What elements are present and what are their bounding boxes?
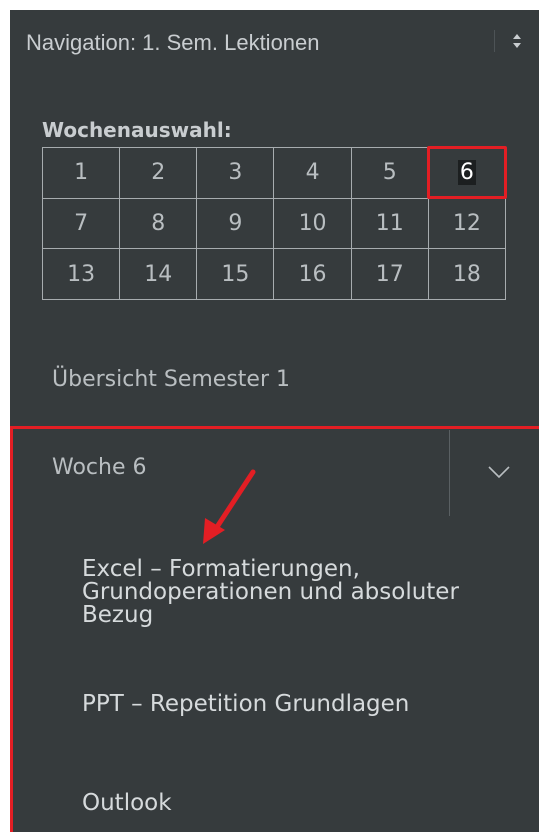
week-cell-9[interactable]: 9 [197,198,275,250]
week-cell-label: 13 [67,261,96,287]
annotation-arrow [203,469,256,544]
week-cell-1[interactable]: 1 [43,148,121,199]
week-cell-label: 17 [375,261,404,287]
week-cell-10[interactable]: 10 [274,198,352,250]
week-cell-label: 1 [74,160,89,186]
week-cell-4[interactable]: 4 [274,148,352,199]
navigation-select-label: Navigation: 1. Sem. Lektionen [26,30,320,55]
week-cell-11[interactable]: 11 [351,198,429,250]
week-selector-heading: Wochenauswahl: [42,118,232,142]
week-cell-2[interactable]: 2 [120,148,198,199]
week-cell-label: 5 [382,160,397,186]
overview-semester-link[interactable]: Übersicht Semester 1 [52,367,290,392]
lesson-link-excel[interactable]: Excel – Formatierungen, Grundoperationen… [82,558,502,627]
week-cell-label: 10 [298,210,327,236]
week-cell-label: 9 [228,210,243,236]
navigation-select-divider [494,30,495,52]
week-cell-6[interactable]: 6 [428,148,506,199]
week-selector-grid: 1 2 3 4 5 6 7 8 9 10 11 12 13 14 15 16 17 18 [42,147,506,300]
week-cell-label: 4 [305,160,320,186]
week-cell-5[interactable]: 5 [351,148,429,199]
week-cell-label: 7 [74,210,89,236]
week-cell-12[interactable]: 12 [428,198,506,250]
sort-arrows-icon[interactable] [510,29,524,53]
week-cell-7[interactable]: 7 [43,198,121,250]
week-cell-label: 3 [228,160,243,186]
week-cell-label: 18 [452,261,481,287]
week-cell-8[interactable]: 8 [120,198,198,250]
week-cell-16[interactable]: 16 [274,249,352,300]
week-cell-label: 2 [151,160,166,186]
navigation-select[interactable]: Navigation: 1. Sem. Lektionen [10,10,539,72]
lesson-link-ppt[interactable]: PPT – Repetition Grundlagen [82,693,502,716]
week-cell-label: 16 [298,261,327,287]
week-cell-13[interactable]: 13 [43,249,121,300]
week-cell-label: 12 [452,210,481,236]
week-cell-18[interactable]: 18 [428,249,506,300]
week-cell-15[interactable]: 15 [197,249,275,300]
week-cell-label: 14 [144,261,173,287]
week-cell-label: 6 [457,160,476,186]
week-toggle-button[interactable] [450,430,539,516]
lesson-link-outlook[interactable]: Outlook [82,792,502,815]
week-cell-3[interactable]: 3 [197,148,275,199]
navigation-panel: Navigation: 1. Sem. Lektionen Wochenausw… [10,10,539,832]
chevron-down-icon [488,466,510,479]
week-cell-label: 11 [375,210,404,236]
week-cell-14[interactable]: 14 [120,249,198,300]
week-cell-17[interactable]: 17 [351,249,429,300]
week-cell-label: 15 [221,261,250,287]
week-section-title[interactable]: Woche 6 [52,455,147,480]
week-cell-label: 8 [151,210,166,236]
